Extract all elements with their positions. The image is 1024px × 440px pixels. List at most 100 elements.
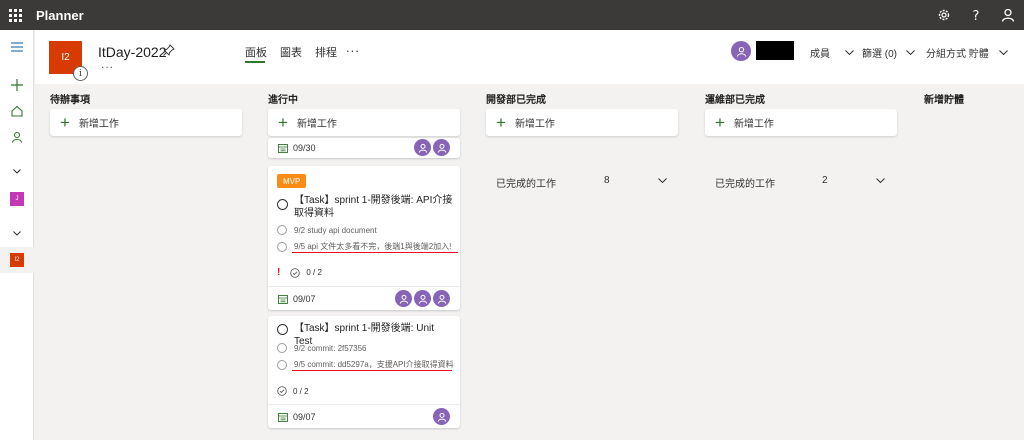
chevron-down-icon (845, 50, 854, 55)
home-icon[interactable] (0, 102, 34, 120)
tab-active-indicator (245, 61, 265, 63)
tab-charts[interactable]: 圖表 (280, 44, 302, 60)
add-task-label: 新增工作 (78, 119, 119, 130)
left-rail: J I2 (0, 30, 34, 440)
avatar[interactable] (414, 290, 431, 307)
bucket-title-todo[interactable]: 待辦事項 (50, 91, 90, 106)
tab-board[interactable]: 面板 (245, 44, 267, 60)
add-task-button[interactable]: + 新增工作 (705, 109, 897, 136)
bucket-title-ops-done[interactable]: 運維部已完成 (705, 91, 765, 106)
plan-tile-j-letter: J (10, 192, 24, 206)
chevron-down-icon[interactable] (0, 164, 34, 178)
add-plan-icon[interactable] (0, 76, 34, 94)
avatar[interactable] (433, 408, 450, 425)
plan-header: I2 i ItDay-2022 ... 面板 圖表 排程 ... 成員 篩選 (… (35, 30, 1024, 84)
due-date: 09/30 (293, 143, 316, 153)
checklist-checkbox[interactable] (277, 225, 287, 235)
task-card[interactable]: 09/30 (268, 138, 460, 158)
completed-tasks-label: 已完成的工作 (715, 179, 775, 190)
chevron-down-icon (998, 50, 1008, 55)
members-button[interactable]: 成員 (810, 45, 854, 60)
bucket-title-in-progress[interactable]: 進行中 (268, 91, 298, 106)
plan-tile-i2[interactable]: I2 (0, 247, 34, 273)
task-title[interactable]: 【Task】sprint 1-開發後端: API介接取得資料 (294, 194, 454, 220)
pin-icon[interactable] (163, 44, 175, 59)
add-task-button[interactable]: + 新增工作 (50, 109, 242, 136)
tab-schedule[interactable]: 排程 (315, 44, 337, 60)
task-meta: ! 0 / 2 (277, 267, 322, 278)
add-task-label: 新增工作 (733, 119, 774, 130)
person-icon[interactable] (992, 0, 1024, 30)
top-bar: Planner ? (0, 0, 1024, 30)
calendar-icon (278, 294, 288, 304)
completed-tasks-toggle[interactable]: 已完成的工作 2 (715, 175, 887, 190)
completed-tasks-count: 8 (604, 175, 610, 186)
plan-tile-j[interactable]: J (0, 190, 34, 208)
checklist-item[interactable]: 9/5 api 文件太多看不完，後端1與後端2加入! (277, 241, 457, 252)
chevron-down-icon (658, 178, 667, 183)
plus-icon: + (278, 113, 288, 132)
plus-icon: + (60, 113, 70, 132)
waffle-icon[interactable] (0, 0, 30, 30)
help-icon[interactable]: ? (960, 0, 992, 30)
checklist-checkbox[interactable] (277, 241, 287, 252)
due-date: 09/07 (293, 293, 316, 304)
label-tag-mvp[interactable]: MVP (277, 174, 307, 188)
avatar[interactable] (433, 139, 450, 156)
add-task-label: 新增工作 (296, 119, 337, 130)
checklist-text: 9/5 commit: dd5297a，支援API介接取得資料 (294, 360, 454, 369)
info-icon[interactable]: i (73, 66, 88, 81)
checklist-checkbox[interactable] (277, 359, 287, 370)
group-by-label: 分組方式 貯體 (926, 49, 989, 60)
calendar-icon (278, 144, 288, 153)
add-bucket-button[interactable]: 新增貯體 (924, 91, 964, 106)
assignees (433, 408, 450, 425)
checklist-text: 9/5 api 文件太多看不完，後端1與後端2加入! (294, 242, 452, 251)
checklist-checkbox[interactable] (277, 343, 287, 353)
gear-icon[interactable] (928, 0, 960, 30)
plan-tile-i2-letter: I2 (10, 253, 24, 267)
red-underline (292, 370, 452, 371)
members-label: 成員 (810, 49, 830, 60)
task-card[interactable]: MVP 【Task】sprint 1-開發後端: API介接取得資料 9/2 s… (268, 166, 460, 310)
red-underline (292, 252, 458, 253)
completed-tasks-toggle[interactable]: 已完成的工作 8 (496, 175, 668, 190)
checklist-item[interactable]: 9/2 study api document (277, 225, 457, 235)
task-card[interactable]: 【Task】sprint 1-開發後端: Unit Test 9/2 commi… (268, 316, 460, 428)
calendar-icon (278, 412, 288, 422)
card-footer: 09/07 (268, 286, 460, 310)
chevron-down-icon[interactable] (0, 226, 34, 240)
redacted-name (756, 41, 794, 60)
completed-tasks-label: 已完成的工作 (496, 179, 556, 190)
avatar[interactable] (414, 139, 431, 156)
checklist-progress-icon (290, 267, 301, 278)
plus-icon: + (715, 113, 725, 132)
plan-more-button[interactable]: ... (101, 57, 114, 71)
add-task-button[interactable]: + 新增工作 (268, 109, 460, 136)
hamburger-icon[interactable] (0, 38, 34, 56)
task-meta: 0 / 2 (277, 386, 309, 396)
filter-button[interactable]: 篩選 (0) (862, 45, 915, 60)
assignees (414, 139, 450, 156)
avatar[interactable] (433, 290, 450, 307)
complete-task-checkbox[interactable] (277, 199, 288, 210)
add-task-button[interactable]: + 新增工作 (486, 109, 678, 136)
my-tasks-icon[interactable] (0, 128, 34, 146)
checklist-progress-icon (277, 386, 287, 396)
card-footer: 09/30 (268, 138, 460, 158)
svg-text:?: ? (973, 9, 980, 22)
card-footer: 09/07 (268, 404, 460, 428)
complete-task-checkbox[interactable] (277, 324, 288, 335)
checklist-item[interactable]: 9/5 commit: dd5297a，支援API介接取得資料 (277, 359, 457, 370)
add-task-label: 新增工作 (514, 119, 555, 130)
checklist-progress: 0 / 2 (306, 268, 322, 277)
bucket-title-dev-done[interactable]: 開發部已完成 (486, 91, 546, 106)
plus-icon: + (496, 113, 506, 132)
group-by-button[interactable]: 分組方式 貯體 (926, 45, 1008, 60)
checklist-item[interactable]: 9/2 commit: 2f57356 (277, 343, 457, 353)
avatar[interactable] (731, 41, 751, 61)
avatar[interactable] (395, 290, 412, 307)
chevron-down-icon (906, 50, 915, 55)
completed-tasks-count: 2 (822, 175, 828, 186)
tabs-more-button[interactable]: ... (346, 40, 360, 55)
